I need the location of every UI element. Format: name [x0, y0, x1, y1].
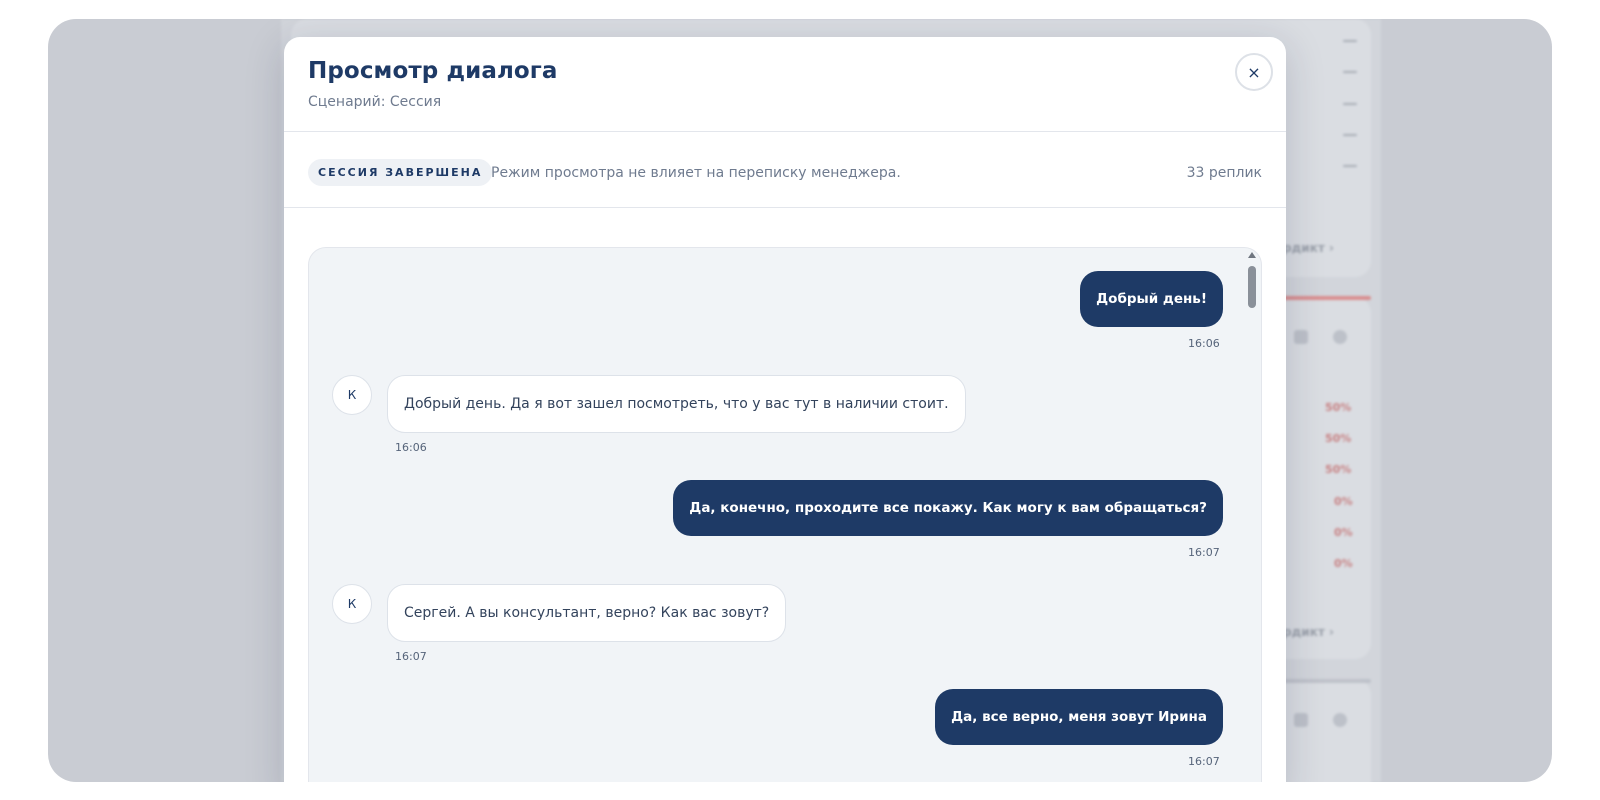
- background-dash: [1343, 40, 1357, 42]
- message-outgoing: Да, конечно, проходите все покажу. Как м…: [673, 480, 1223, 536]
- message-bubble: Да, конечно, проходите все покажу. Как м…: [673, 480, 1223, 536]
- message-count: 33 реплик: [1186, 165, 1262, 181]
- message-time: 16:07: [395, 650, 427, 663]
- document-icon: [1294, 330, 1308, 344]
- background-percent: 50%: [1325, 463, 1352, 476]
- message-outgoing: Добрый день!: [1080, 271, 1223, 327]
- background-accent-bar: [1271, 679, 1371, 683]
- client-avatar: К: [332, 584, 372, 624]
- message-bubble: Сергей. А вы консультант, верно? Как вас…: [387, 584, 787, 642]
- eye-icon: [1333, 713, 1347, 727]
- background-percent: 0%: [1334, 526, 1353, 539]
- close-button[interactable]: ×: [1235, 53, 1273, 91]
- modal-subtitle: Сценарий: Сессия: [308, 94, 442, 110]
- dialog-view-modal: Просмотр диалога Сценарий: Сессия × СЕСС…: [284, 37, 1286, 782]
- background-percent: 50%: [1325, 432, 1352, 445]
- message-bubble: Добрый день. Да я вот зашел посмотреть, …: [387, 375, 966, 433]
- message-outgoing: Да, все верно, меня зовут Ирина: [935, 689, 1223, 745]
- background-accent-bar: [1271, 296, 1371, 300]
- message-time: 16:07: [1188, 546, 1220, 559]
- background-dash: [1343, 103, 1357, 105]
- app-frame: рдикт › 50% 50% 50% 0% 0% 0% рдикт › Про…: [48, 19, 1552, 782]
- message-bubble: Да, все верно, меня зовут Ирина: [935, 689, 1223, 745]
- scroll-thumb[interactable]: [1248, 266, 1256, 308]
- message-time: 16:06: [395, 441, 427, 454]
- close-icon: ×: [1247, 62, 1261, 82]
- background-link: рдикт ›: [1283, 625, 1334, 639]
- session-status-bar: СЕССИЯ ЗАВЕРШЕНА Режим просмотра не влия…: [284, 132, 1286, 208]
- status-note: Режим просмотра не влияет на переписку м…: [491, 165, 901, 181]
- modal-title: Просмотр диалога: [308, 58, 558, 84]
- background-link: рдикт ›: [1283, 241, 1334, 255]
- message-incoming: Добрый день. Да я вот зашел посмотреть, …: [387, 375, 966, 433]
- chat-scrollbar[interactable]: [1245, 248, 1261, 782]
- background-percent: 0%: [1334, 557, 1353, 570]
- background-dash: [1343, 71, 1357, 73]
- chat-area[interactable]: Добрый день! 16:06 К Добрый день. Да я в…: [308, 247, 1262, 782]
- client-avatar: К: [332, 375, 372, 415]
- background-percent: 50%: [1325, 401, 1352, 414]
- background-percent: 0%: [1334, 495, 1353, 508]
- message-bubble: Добрый день!: [1080, 271, 1223, 327]
- status-badge: СЕССИЯ ЗАВЕРШЕНА: [308, 159, 493, 186]
- message-time: 16:06: [1188, 337, 1220, 350]
- eye-icon: [1333, 330, 1347, 344]
- message-incoming: Сергей. А вы консультант, верно? Как вас…: [387, 584, 787, 642]
- background-dash: [1343, 165, 1357, 167]
- message-time: 16:07: [1188, 755, 1220, 768]
- modal-header: Просмотр диалога Сценарий: Сессия ×: [284, 37, 1286, 132]
- scroll-up-arrow-icon[interactable]: [1248, 252, 1256, 258]
- background-dash: [1343, 134, 1357, 136]
- document-icon: [1294, 713, 1308, 727]
